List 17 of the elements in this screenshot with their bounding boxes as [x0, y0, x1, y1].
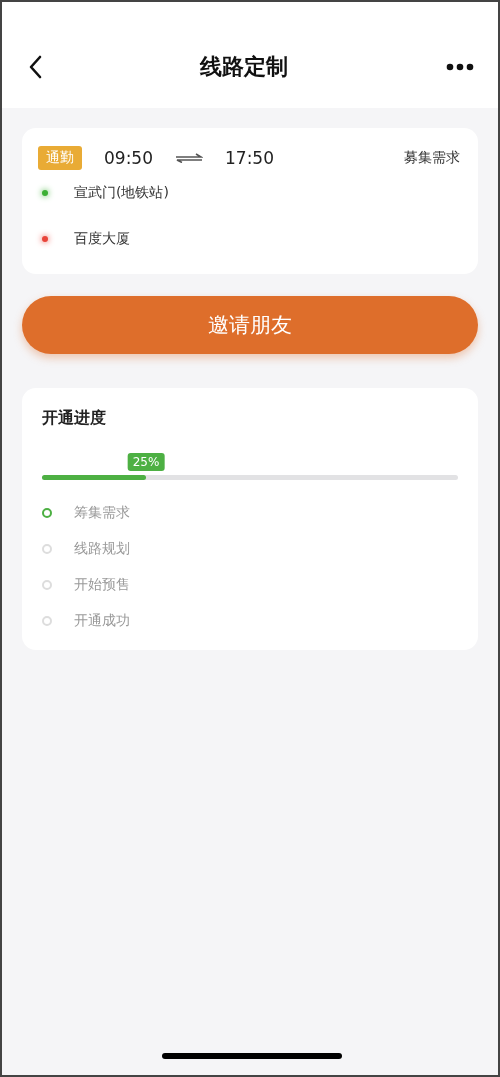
progress-badge: 25%: [127, 453, 165, 471]
progress-title: 开通进度: [42, 408, 107, 429]
stage-label: 开始预售: [74, 576, 130, 594]
more-icon[interactable]: [446, 63, 474, 71]
back-icon[interactable]: [28, 55, 42, 79]
stop-name: 宣武门(地铁站): [74, 184, 169, 202]
stage-label: 线路规划: [74, 540, 130, 558]
commute-tag: 通勤: [38, 146, 82, 170]
round-trip-icon: [175, 153, 203, 163]
stop-name: 百度大厦: [74, 230, 130, 248]
depart-time: 09:50: [104, 148, 153, 168]
page-title: 线路定制: [200, 53, 288, 81]
return-time: 17:50: [225, 148, 274, 168]
invite-button[interactable]: 邀请朋友: [22, 296, 478, 354]
stage-label: 开通成功: [74, 612, 130, 630]
route-status: 募集需求: [404, 149, 460, 167]
stage-label: 筹集需求: [74, 504, 130, 522]
